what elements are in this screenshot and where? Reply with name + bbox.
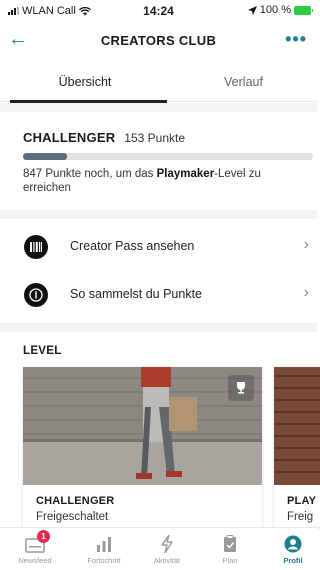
section-divider — [0, 210, 317, 219]
barcode-icon — [24, 235, 48, 259]
creator-pass-label: Creator Pass ansehen — [70, 239, 195, 253]
level-progress-bar — [23, 153, 313, 160]
app-header: ← CREATORS CLUB ••• — [0, 26, 317, 56]
current-level-header: CHALLENGER 153 Punkte — [23, 130, 185, 145]
collect-points-row[interactable]: So sammelst du Punkte › — [0, 273, 317, 317]
next-level-name: Playmaker — [156, 168, 215, 180]
battery-icon — [294, 5, 313, 15]
creator-pass-row[interactable]: Creator Pass ansehen › — [0, 225, 317, 269]
nav-label: Plan — [222, 556, 238, 565]
nav-label: Fortschritt — [87, 556, 121, 565]
nav-plan[interactable]: Plan — [199, 532, 261, 565]
bar-chart-icon — [73, 532, 135, 556]
level-card-image — [274, 367, 320, 485]
level-progress-fill — [23, 153, 68, 160]
info-icon — [24, 283, 48, 307]
chevron-right-icon: › — [303, 284, 309, 301]
more-options-icon[interactable]: ••• — [285, 29, 307, 50]
nav-fortschritt[interactable]: Fortschritt — [73, 532, 135, 565]
level-card-playmaker[interactable]: PLAY Freig — [274, 367, 320, 527]
section-divider — [0, 323, 317, 332]
bottom-navigation: 1 Newsfeed Fortschritt Aktivität Plan Pr… — [0, 527, 317, 570]
section-divider — [0, 103, 317, 112]
nav-label: Aktivität — [153, 556, 181, 565]
nav-newsfeed[interactable]: 1 Newsfeed — [4, 530, 66, 565]
tab-verlauf[interactable]: Verlauf — [170, 75, 317, 89]
nav-profil[interactable]: Profil — [262, 532, 320, 565]
level-card-challenger[interactable]: CHALLENGER Freigeschaltet — [23, 367, 262, 527]
level-card-name: PLAY — [287, 495, 317, 507]
newsfeed-badge: 1 — [37, 530, 50, 543]
nav-aktivitaet[interactable]: Aktivität — [136, 532, 198, 565]
newsfeed-icon: 1 — [4, 530, 66, 556]
level-card-status: Freig — [287, 511, 314, 523]
level-heading: LEVEL — [23, 345, 62, 357]
location-arrow-icon — [247, 5, 257, 15]
tab-uebersicht[interactable]: Übersicht — [0, 75, 170, 89]
current-level-name: CHALLENGER — [23, 130, 116, 145]
current-points: 153 Punkte — [124, 131, 185, 145]
clipboard-icon — [199, 532, 261, 556]
nav-label: Profil — [283, 556, 303, 565]
level-card-image — [23, 367, 262, 485]
page-title: CREATORS CLUB — [100, 33, 217, 48]
nav-label: Newsfeed — [18, 556, 52, 565]
status-right: 100 % — [247, 4, 313, 16]
trophy-icon — [228, 375, 254, 401]
profile-icon — [262, 532, 320, 556]
next-level-prefix: 847 Punkte noch, um das — [23, 168, 157, 180]
level-card-name: CHALLENGER — [36, 495, 115, 507]
next-level-text: 847 Punkte noch, um das Playmaker-Level … — [23, 167, 293, 195]
collect-points-label: So sammelst du Punkte — [70, 287, 203, 301]
tab-bar: Übersicht Verlauf — [0, 66, 317, 103]
level-card-status: Freigeschaltet — [36, 511, 109, 523]
lightning-icon — [136, 532, 198, 556]
chevron-right-icon: › — [303, 236, 309, 253]
status-bar: WLAN Call 14:24 100 % — [0, 0, 317, 22]
battery-label: 100 % — [259, 4, 291, 16]
